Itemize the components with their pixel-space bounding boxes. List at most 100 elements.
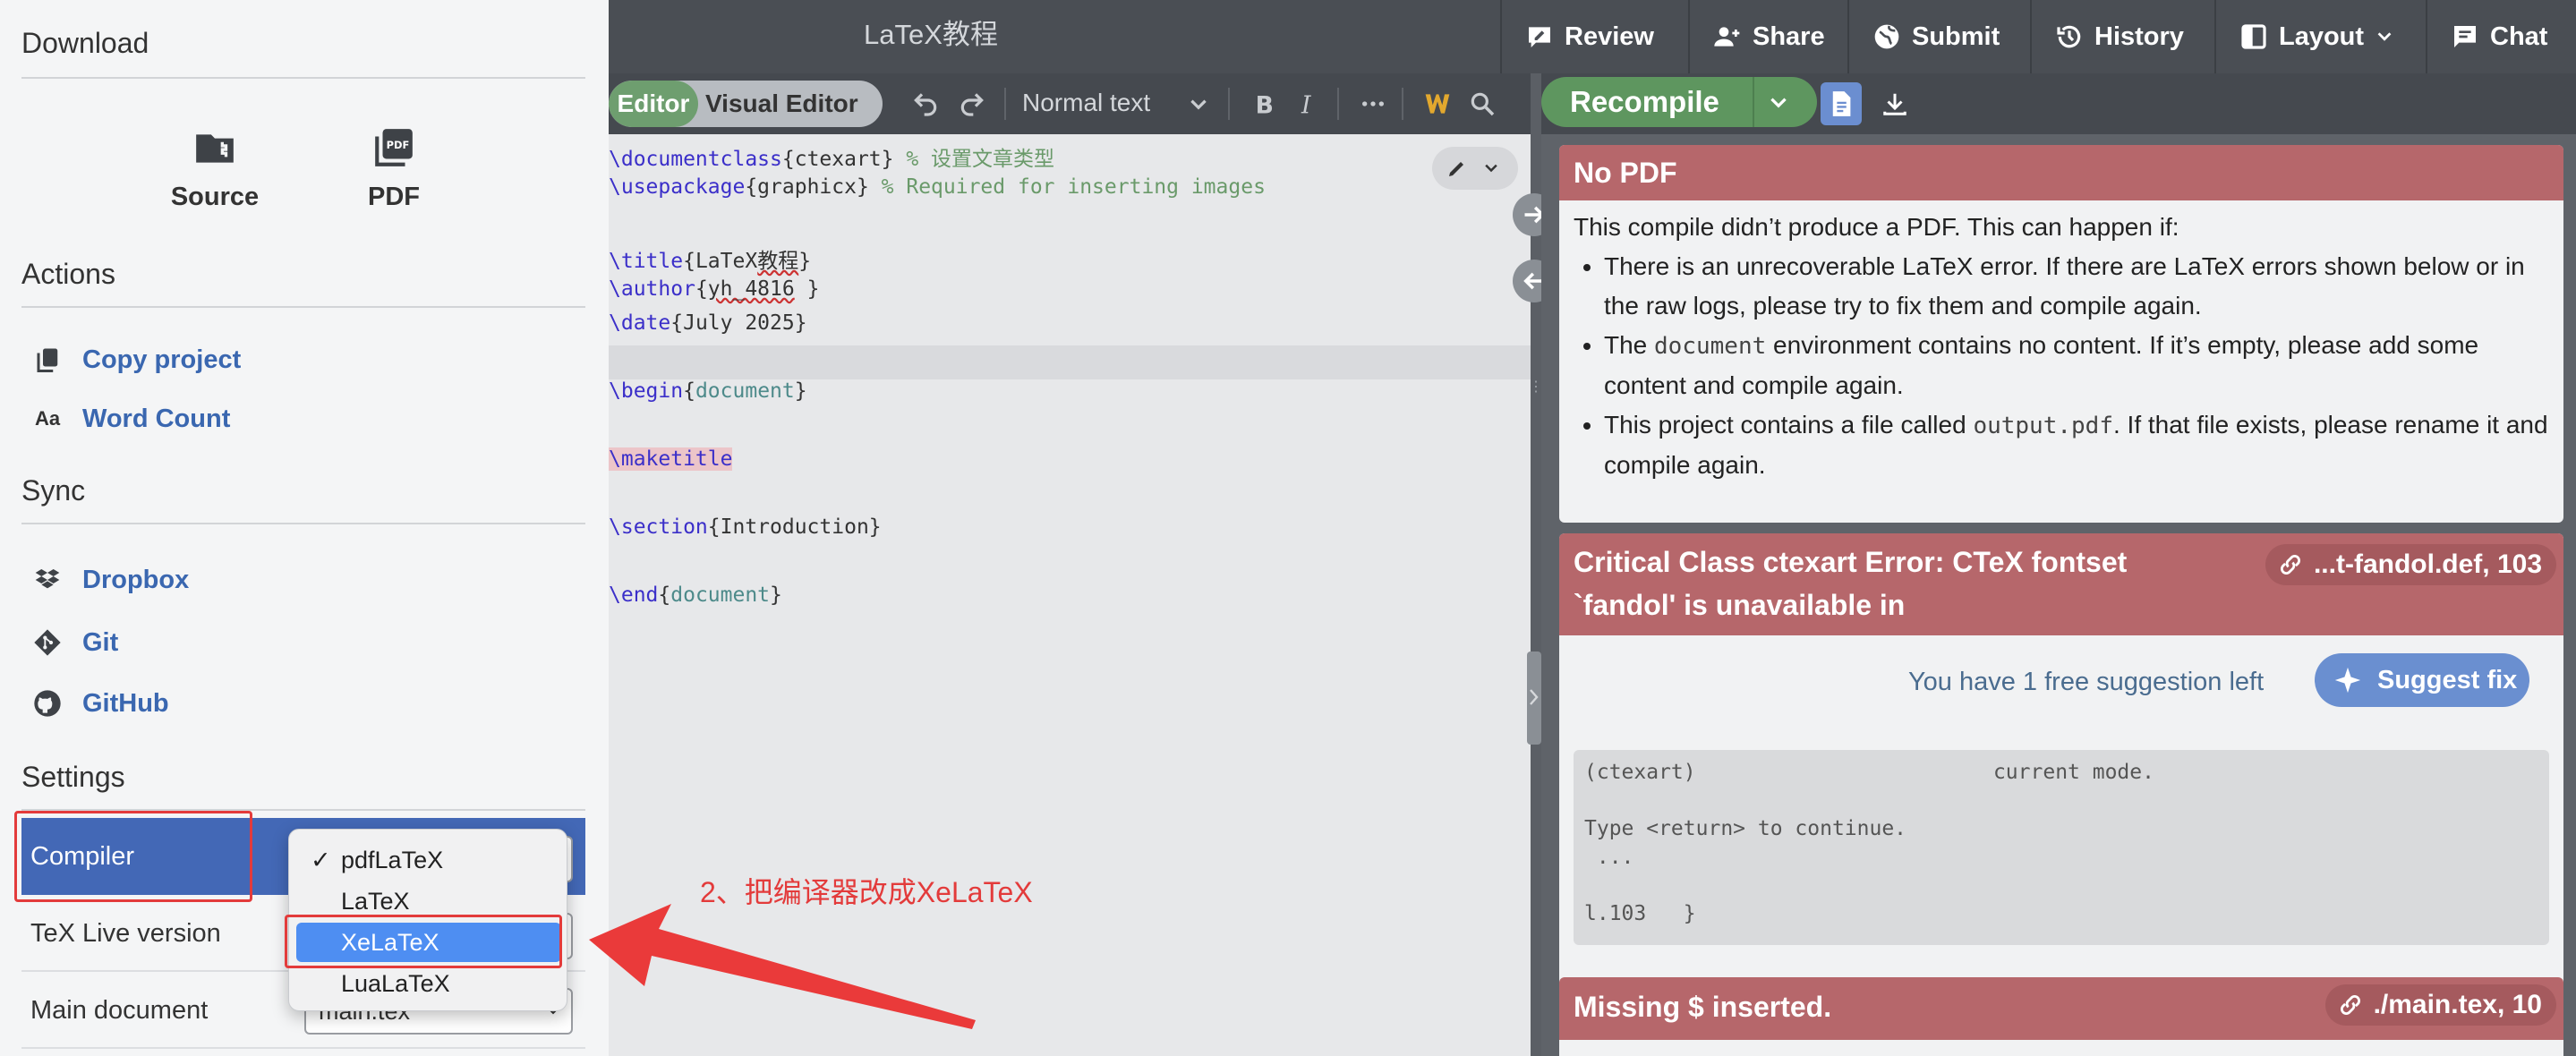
code-line[interactable]: \usepackage{graphicx} % Required for ins… [609, 175, 1266, 199]
no-pdf-card: No PDF This compile didn’t produce a PDF… [1559, 145, 2563, 523]
settings-section-title: Settings [21, 761, 125, 793]
share-button[interactable]: Share [1688, 0, 1847, 73]
copy-project-link[interactable]: Copy project [32, 342, 241, 378]
download-source-button[interactable]: Source [125, 125, 304, 224]
logs-toggle-button[interactable] [1821, 82, 1862, 125]
link-icon [2340, 995, 2360, 1015]
recompile-label: Recompile [1570, 85, 1719, 118]
spelling-error[interactable]: 教程 [757, 250, 798, 273]
latex-argument: {graphicx} [745, 175, 869, 199]
source-label: Source [170, 183, 260, 211]
edit-mode-button[interactable] [1432, 147, 1518, 190]
error-title: Missing $ inserted. [1574, 991, 1832, 1023]
sparkle-icon [2334, 667, 2361, 694]
option-label: LuaLaTeX [341, 970, 450, 997]
layout-icon [2241, 24, 2266, 49]
inline-code: output.pdf [1973, 413, 2113, 439]
text-style-select[interactable]: Normal text [1022, 73, 1150, 134]
git-icon [32, 627, 63, 658]
divider [21, 306, 585, 308]
code-line[interactable]: \date{July 2025} [609, 311, 807, 335]
error-location: ...t-fandol.def, 103 [2313, 549, 2542, 579]
undo-icon[interactable] [911, 89, 940, 118]
error-card[interactable]: Missing $ inserted. ./main.tex, 10 [1559, 977, 2563, 1056]
error-location-link[interactable]: ...t-fandol.def, 103 [2265, 544, 2556, 585]
github-label: GitHub [82, 688, 169, 718]
latex-argument: {July 2025} [670, 311, 807, 335]
tab-code-editor[interactable]: Editor [609, 81, 698, 127]
no-pdf-body: This compile didn’t produce a PDF. This … [1559, 200, 2563, 492]
collapse-panel-handle[interactable] [1527, 651, 1541, 745]
download-icon [1883, 93, 1906, 115]
chevron-right-icon [1530, 689, 1539, 705]
error-header[interactable]: Critical Class ctexart Error: CTeX fonts… [1559, 533, 2563, 635]
code-line[interactable]: \author{yh_4816 } [609, 277, 819, 301]
latex-argument: } [770, 583, 782, 607]
editor-mode-toggle[interactable]: Editor Visual Editor [609, 81, 883, 127]
code-line[interactable]: \section{Introduction} [609, 515, 882, 539]
list-item: There is an unrecoverable LaTeX error. I… [1604, 247, 2549, 326]
submit-button[interactable]: Submit [1847, 0, 2030, 73]
review-button[interactable]: Review [1500, 0, 1688, 73]
dropbox-link[interactable]: Dropbox [32, 562, 189, 598]
chevron-down-icon [1485, 164, 1497, 173]
error-title: Critical Class ctexart Error: CTeX fonts… [1574, 546, 2128, 621]
suggest-fix-button[interactable]: Suggest fix [2315, 653, 2529, 707]
code-line[interactable]: \documentclass{ctexart} % 设置文章类型 [609, 141, 1054, 172]
latex-command: \author [609, 277, 695, 301]
main-document-label: Main document [30, 996, 209, 1025]
error-location-link[interactable]: ./main.tex, 10 [2324, 984, 2556, 1026]
error-header[interactable]: Missing $ inserted. ./main.tex, 10 [1559, 977, 2563, 1040]
latex-argument: {Introduction} [707, 515, 882, 539]
compiler-option-lualatex[interactable]: LuaLaTeX [296, 964, 561, 1003]
code-line[interactable]: \maketitle [609, 447, 733, 471]
git-link[interactable]: Git [32, 625, 118, 660]
spelling-error[interactable]: yh_4816 [708, 277, 795, 301]
toolbar-divider [1004, 88, 1006, 120]
latex-environment: document [695, 379, 795, 403]
history-label: History [2094, 21, 2184, 51]
divider [21, 523, 585, 524]
toolbar-divider [1228, 88, 1230, 120]
latex-argument: {LaTeX [683, 250, 758, 273]
compiler-option-pdflatex[interactable]: ✓ pdfLaTeX [296, 840, 561, 880]
chevron-down-icon[interactable] [1187, 93, 1210, 116]
pdf-file-icon: PDF [375, 129, 413, 166]
italic-icon[interactable]: I [1294, 89, 1323, 118]
copy-icon [32, 345, 63, 375]
chat-button[interactable]: Chat [2426, 0, 2576, 73]
suggestion-count-text: You have 1 free suggestion left [1908, 668, 2265, 696]
word-count-icon: Aa [34, 407, 61, 430]
github-link[interactable]: GitHub [32, 686, 169, 721]
dropbox-label: Dropbox [82, 565, 190, 594]
history-icon [2057, 25, 2081, 48]
download-pdf-menu-button[interactable]: PDF PDF [304, 125, 483, 224]
history-button[interactable]: History [2030, 0, 2214, 73]
layout-button[interactable]: Layout [2214, 0, 2426, 73]
active-line-highlight [609, 345, 1531, 379]
tab-visual-editor[interactable]: Visual Editor [705, 81, 858, 127]
word-count-link[interactable]: Aa Word Count [32, 401, 230, 437]
pdf-label: PDF [368, 183, 420, 211]
drag-handle-icon[interactable]: ⋮ [1529, 380, 1543, 395]
code-line[interactable]: \title{LaTeX教程} [609, 243, 811, 274]
redo-icon[interactable] [958, 89, 986, 118]
logs-panel: No PDF This compile didn’t produce a PDF… [1541, 134, 2576, 1056]
search-icon[interactable] [1468, 89, 1497, 118]
download-pdf-button[interactable] [1874, 82, 1915, 125]
annotation-highlight-box [14, 811, 252, 902]
bold-icon[interactable]: B [1250, 89, 1278, 118]
recompile-button[interactable]: Recompile [1541, 77, 1817, 127]
editor-toolbar: Editor Visual Editor Normal text B I [609, 73, 1540, 134]
texlive-label: TeX Live version [30, 919, 221, 948]
option-label: pdfLaTeX [341, 847, 444, 873]
toolbar-divider [1402, 88, 1403, 120]
code-line[interactable]: \end{document} [609, 583, 782, 607]
latex-command-error[interactable]: \maketitle [609, 447, 733, 471]
chevron-down-icon[interactable] [1767, 91, 1790, 115]
divider [21, 77, 585, 79]
writefull-icon[interactable] [1423, 89, 1452, 118]
code-line[interactable]: \begin{document} [609, 379, 807, 403]
more-icon[interactable] [1359, 89, 1387, 118]
review-label: Review [1565, 21, 1654, 51]
